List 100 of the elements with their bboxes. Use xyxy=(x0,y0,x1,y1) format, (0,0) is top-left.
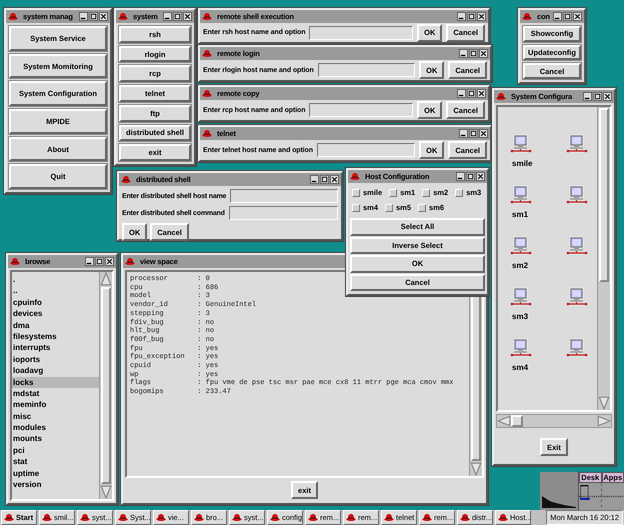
list-item[interactable]: .. xyxy=(12,285,99,297)
scrollbar[interactable] xyxy=(496,414,612,428)
networked-computer-icon[interactable] xyxy=(566,339,588,359)
minimize-icon[interactable] xyxy=(553,12,562,21)
hat-icon xyxy=(270,513,280,522)
text-field[interactable] xyxy=(318,63,416,77)
maximize-icon[interactable] xyxy=(466,172,475,181)
list-item[interactable]: meminfo xyxy=(12,399,99,411)
minimize-icon[interactable] xyxy=(456,172,465,181)
hat-icon xyxy=(118,513,128,522)
scroll-down-icon[interactable] xyxy=(598,396,610,410)
list-item[interactable]: pci xyxy=(12,444,99,456)
hat-icon xyxy=(194,513,204,522)
hat-icon xyxy=(496,92,506,101)
maximize-icon[interactable] xyxy=(563,12,572,21)
close-icon[interactable] xyxy=(479,129,488,138)
scroll-up-icon[interactable] xyxy=(100,272,112,286)
list-item[interactable]: interrupts xyxy=(12,342,99,354)
maximize-icon[interactable] xyxy=(593,92,602,101)
minimize-icon[interactable] xyxy=(163,12,172,21)
minimize-icon[interactable] xyxy=(457,12,466,21)
close-icon[interactable] xyxy=(603,92,612,101)
hat-icon xyxy=(202,129,212,138)
list-item[interactable]: uptime xyxy=(12,468,99,480)
checkbox[interactable] xyxy=(455,188,464,196)
list-item[interactable]: ioports xyxy=(12,354,99,366)
list-item[interactable]: mdstat xyxy=(12,388,99,400)
list-item[interactable]: devices xyxy=(12,308,99,320)
text-field[interactable] xyxy=(230,189,338,203)
networked-computer-icon[interactable] xyxy=(510,186,532,206)
close-icon[interactable] xyxy=(99,12,108,21)
scroll-down-icon[interactable] xyxy=(470,462,482,476)
networked-computer-icon[interactable] xyxy=(510,288,532,308)
scroll-thumb[interactable] xyxy=(511,415,523,427)
networked-computer-icon[interactable] xyxy=(510,339,532,359)
list-item[interactable]: cpuinfo xyxy=(12,296,99,308)
maximize-icon[interactable] xyxy=(469,49,478,58)
close-icon[interactable] xyxy=(573,12,582,21)
minimize-icon[interactable] xyxy=(85,257,94,266)
hat-icon xyxy=(8,12,18,21)
networked-computer-icon[interactable] xyxy=(566,135,588,155)
list-item[interactable]: stat xyxy=(12,456,99,468)
maximize-icon[interactable] xyxy=(467,89,476,98)
minimize-icon[interactable] xyxy=(583,92,592,101)
checkbox[interactable] xyxy=(418,204,426,212)
checkbox[interactable] xyxy=(385,204,394,212)
minimize-icon[interactable] xyxy=(457,89,466,98)
host-label: sm4 xyxy=(511,363,530,372)
hat-icon xyxy=(422,513,432,522)
checkbox[interactable] xyxy=(422,188,430,196)
maximize-icon[interactable] xyxy=(469,129,478,138)
close-icon[interactable] xyxy=(476,172,485,181)
close-icon[interactable] xyxy=(105,257,114,266)
close-icon[interactable] xyxy=(479,49,488,58)
list-item[interactable]: . xyxy=(12,274,99,286)
scroll-left-icon[interactable] xyxy=(497,415,511,427)
checkbox[interactable] xyxy=(352,204,360,212)
hat-icon xyxy=(10,257,20,266)
maximize-icon[interactable] xyxy=(95,257,104,266)
scroll-down-icon[interactable] xyxy=(100,485,112,499)
minimize-icon[interactable] xyxy=(79,12,88,21)
networked-computer-icon[interactable] xyxy=(510,237,532,257)
text-field[interactable] xyxy=(228,206,338,220)
text-field[interactable] xyxy=(309,26,414,40)
minimize-icon[interactable] xyxy=(459,129,468,138)
networked-computer-icon[interactable] xyxy=(566,288,588,308)
minimize-icon[interactable] xyxy=(459,49,468,58)
hat-icon xyxy=(80,513,90,522)
networked-computer-icon[interactable] xyxy=(566,237,588,257)
list-item[interactable]: filesystems xyxy=(12,330,99,342)
desk-preview-drawing xyxy=(579,483,624,510)
host-label: smile xyxy=(511,159,534,168)
list-item[interactable]: loadavg xyxy=(12,365,99,377)
host-label: sm3 xyxy=(511,312,530,321)
list-item[interactable]: mounts xyxy=(12,433,99,445)
networked-computer-icon[interactable] xyxy=(566,186,588,206)
scrollbar[interactable] xyxy=(597,107,610,410)
checkbox[interactable] xyxy=(389,188,398,196)
close-icon[interactable] xyxy=(477,12,486,21)
hat-icon xyxy=(384,513,394,522)
list-item[interactable]: version xyxy=(12,479,99,490)
scrollbar[interactable] xyxy=(99,272,112,499)
list-item[interactable]: modules xyxy=(12,422,99,434)
maximize-icon[interactable] xyxy=(173,12,182,21)
scroll-right-icon[interactable] xyxy=(597,415,611,427)
close-icon[interactable] xyxy=(330,175,339,184)
maximize-icon[interactable] xyxy=(320,175,329,184)
checkbox[interactable] xyxy=(352,188,360,196)
list-item[interactable]: dma xyxy=(12,320,99,331)
maximize-icon[interactable] xyxy=(467,12,476,21)
text-field[interactable] xyxy=(316,143,416,157)
networked-computer-icon[interactable] xyxy=(510,135,532,155)
close-icon[interactable] xyxy=(183,12,192,21)
list-item[interactable]: misc xyxy=(12,410,99,422)
close-icon[interactable] xyxy=(477,89,486,98)
hat-icon xyxy=(202,89,212,98)
maximize-icon[interactable] xyxy=(89,12,98,21)
list-item[interactable]: locks xyxy=(12,376,99,388)
text-field[interactable] xyxy=(309,103,414,117)
minimize-icon[interactable] xyxy=(310,175,319,184)
